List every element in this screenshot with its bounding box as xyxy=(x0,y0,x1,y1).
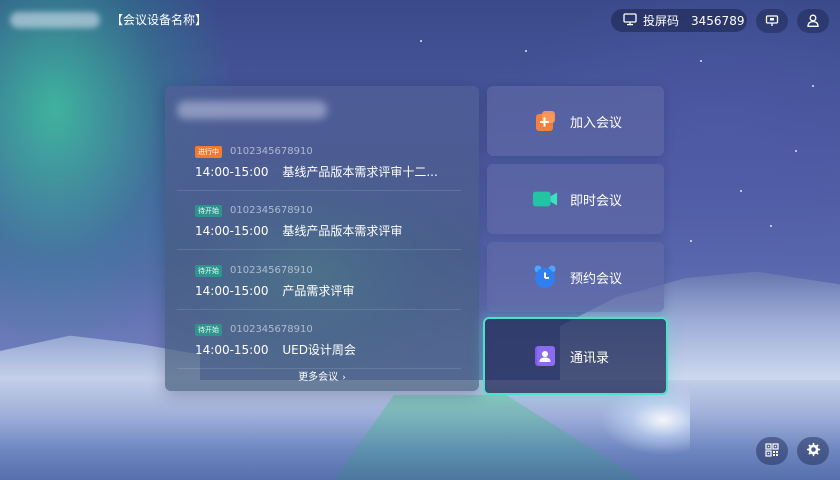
user-icon xyxy=(807,12,819,31)
chevron-right-icon: › xyxy=(342,373,346,383)
device-name: 【会议设备名称】 xyxy=(111,13,208,27)
divider xyxy=(177,190,461,191)
star xyxy=(812,85,814,87)
contacts-button[interactable]: 通讯录 xyxy=(483,317,668,395)
star xyxy=(700,60,702,62)
cast-code-pill[interactable]: 投屏码 3456789 xyxy=(611,9,747,32)
meeting-list-item[interactable]: 进行中 0102345678910 14:00-15:00 基线产品版本需求评审… xyxy=(177,133,461,191)
meeting-title: 基线产品版本需求评审 xyxy=(282,224,403,238)
tile-label: 加入会议 xyxy=(570,115,623,131)
settings-button[interactable] xyxy=(797,437,829,465)
gear-icon xyxy=(806,442,821,461)
divider xyxy=(177,249,461,250)
meeting-id: 0102345678910 xyxy=(230,146,313,157)
screen-share-icon xyxy=(765,12,779,31)
star xyxy=(740,190,742,192)
panel-header xyxy=(177,101,327,119)
star xyxy=(420,40,422,42)
user-profile-button[interactable] xyxy=(797,9,829,33)
more-meetings-label: 更多会议 xyxy=(298,372,339,383)
star xyxy=(795,150,797,152)
contacts-icon xyxy=(532,343,558,369)
tile-label: 通讯录 xyxy=(570,350,610,366)
tile-label: 即时会议 xyxy=(570,193,623,209)
status-badge: 待开始 xyxy=(195,205,222,217)
background-light-glow xyxy=(600,385,690,455)
monitor-icon xyxy=(623,12,637,29)
meeting-id: 0102345678910 xyxy=(230,265,313,276)
meeting-time: 14:00-15:00 xyxy=(195,343,269,357)
status-badge: 待开始 xyxy=(195,265,222,277)
star xyxy=(525,50,527,52)
meeting-id: 0102345678910 xyxy=(230,324,313,335)
divider xyxy=(177,368,461,369)
meeting-id: 0102345678910 xyxy=(230,205,313,216)
logo xyxy=(10,12,100,28)
qr-code-button[interactable] xyxy=(756,437,788,465)
star xyxy=(690,240,692,242)
meeting-list-panel: 进行中 0102345678910 14:00-15:00 基线产品版本需求评审… xyxy=(165,86,479,391)
video-camera-icon xyxy=(532,186,558,212)
star xyxy=(770,225,772,227)
instant-meeting-button[interactable]: 即时会议 xyxy=(487,164,664,234)
join-meeting-icon xyxy=(532,108,558,134)
meeting-time: 14:00-15:00 xyxy=(195,284,269,298)
meeting-title: UED设计周会 xyxy=(282,343,356,357)
divider xyxy=(177,309,461,310)
meeting-title: 基线产品版本需求评审十二... xyxy=(282,165,438,179)
meeting-title: 产品需求评审 xyxy=(282,284,355,298)
tile-label: 预约会议 xyxy=(570,271,623,287)
more-meetings-link[interactable]: 更多会议 › xyxy=(165,371,479,385)
meeting-list-item[interactable]: 待开始 0102345678910 14:00-15:00 UED设计周会 xyxy=(177,311,461,369)
meeting-list-item[interactable]: 待开始 0102345678910 14:00-15:00 产品需求评审 xyxy=(177,252,461,310)
schedule-meeting-button[interactable]: 预约会议 xyxy=(487,242,664,312)
screen-share-button[interactable] xyxy=(756,9,788,33)
status-badge: 待开始 xyxy=(195,324,222,336)
cast-code-value: 3456789 xyxy=(691,13,745,28)
join-meeting-button[interactable]: 加入会议 xyxy=(487,86,664,156)
qr-code-icon xyxy=(765,442,779,461)
status-badge: 进行中 xyxy=(195,146,222,158)
alarm-clock-icon xyxy=(532,264,558,290)
cast-code-label: 投屏码 xyxy=(643,14,680,28)
meeting-time: 14:00-15:00 xyxy=(195,165,269,179)
meeting-list-item[interactable]: 待开始 0102345678910 14:00-15:00 基线产品版本需求评审 xyxy=(177,192,461,250)
meeting-time: 14:00-15:00 xyxy=(195,224,269,238)
